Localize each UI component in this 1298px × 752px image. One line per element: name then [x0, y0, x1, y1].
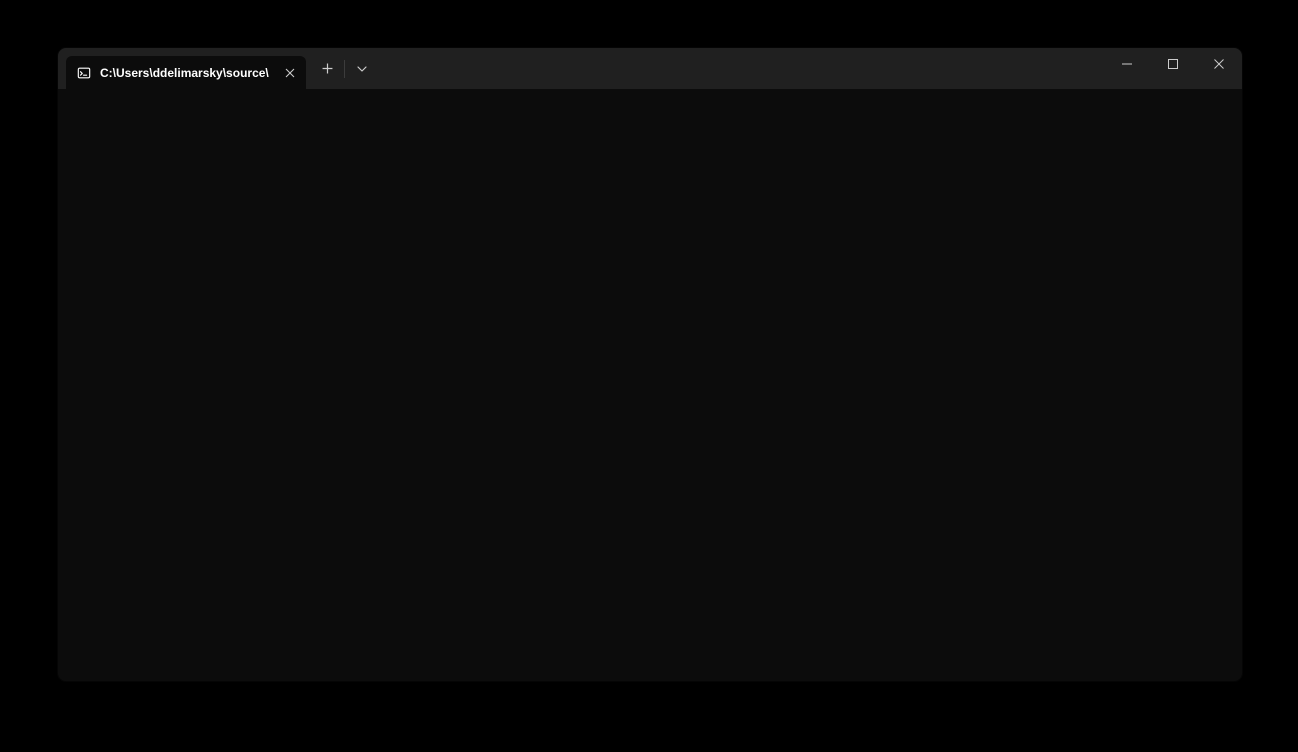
divider	[344, 60, 345, 78]
maximize-button[interactable]	[1150, 48, 1196, 80]
window-controls	[1104, 48, 1242, 89]
terminal-window: C:\Users\ddelimarsky\source\	[58, 48, 1242, 681]
titlebar: C:\Users\ddelimarsky\source\	[58, 48, 1242, 89]
tab-dropdown-button[interactable]	[347, 54, 377, 84]
new-tab-button[interactable]	[312, 54, 342, 84]
tab-title: C:\Users\ddelimarsky\source\	[100, 66, 280, 80]
tabs-area: C:\Users\ddelimarsky\source\	[58, 48, 306, 89]
minimize-button[interactable]	[1104, 48, 1150, 80]
close-button[interactable]	[1196, 48, 1242, 80]
tab-close-button[interactable]	[280, 63, 300, 83]
terminal-content-area[interactable]	[58, 89, 1242, 681]
tab-active[interactable]: C:\Users\ddelimarsky\source\	[66, 56, 306, 89]
titlebar-drag-region[interactable]	[377, 48, 1104, 89]
terminal-icon	[76, 65, 92, 81]
tab-actions	[312, 48, 377, 89]
